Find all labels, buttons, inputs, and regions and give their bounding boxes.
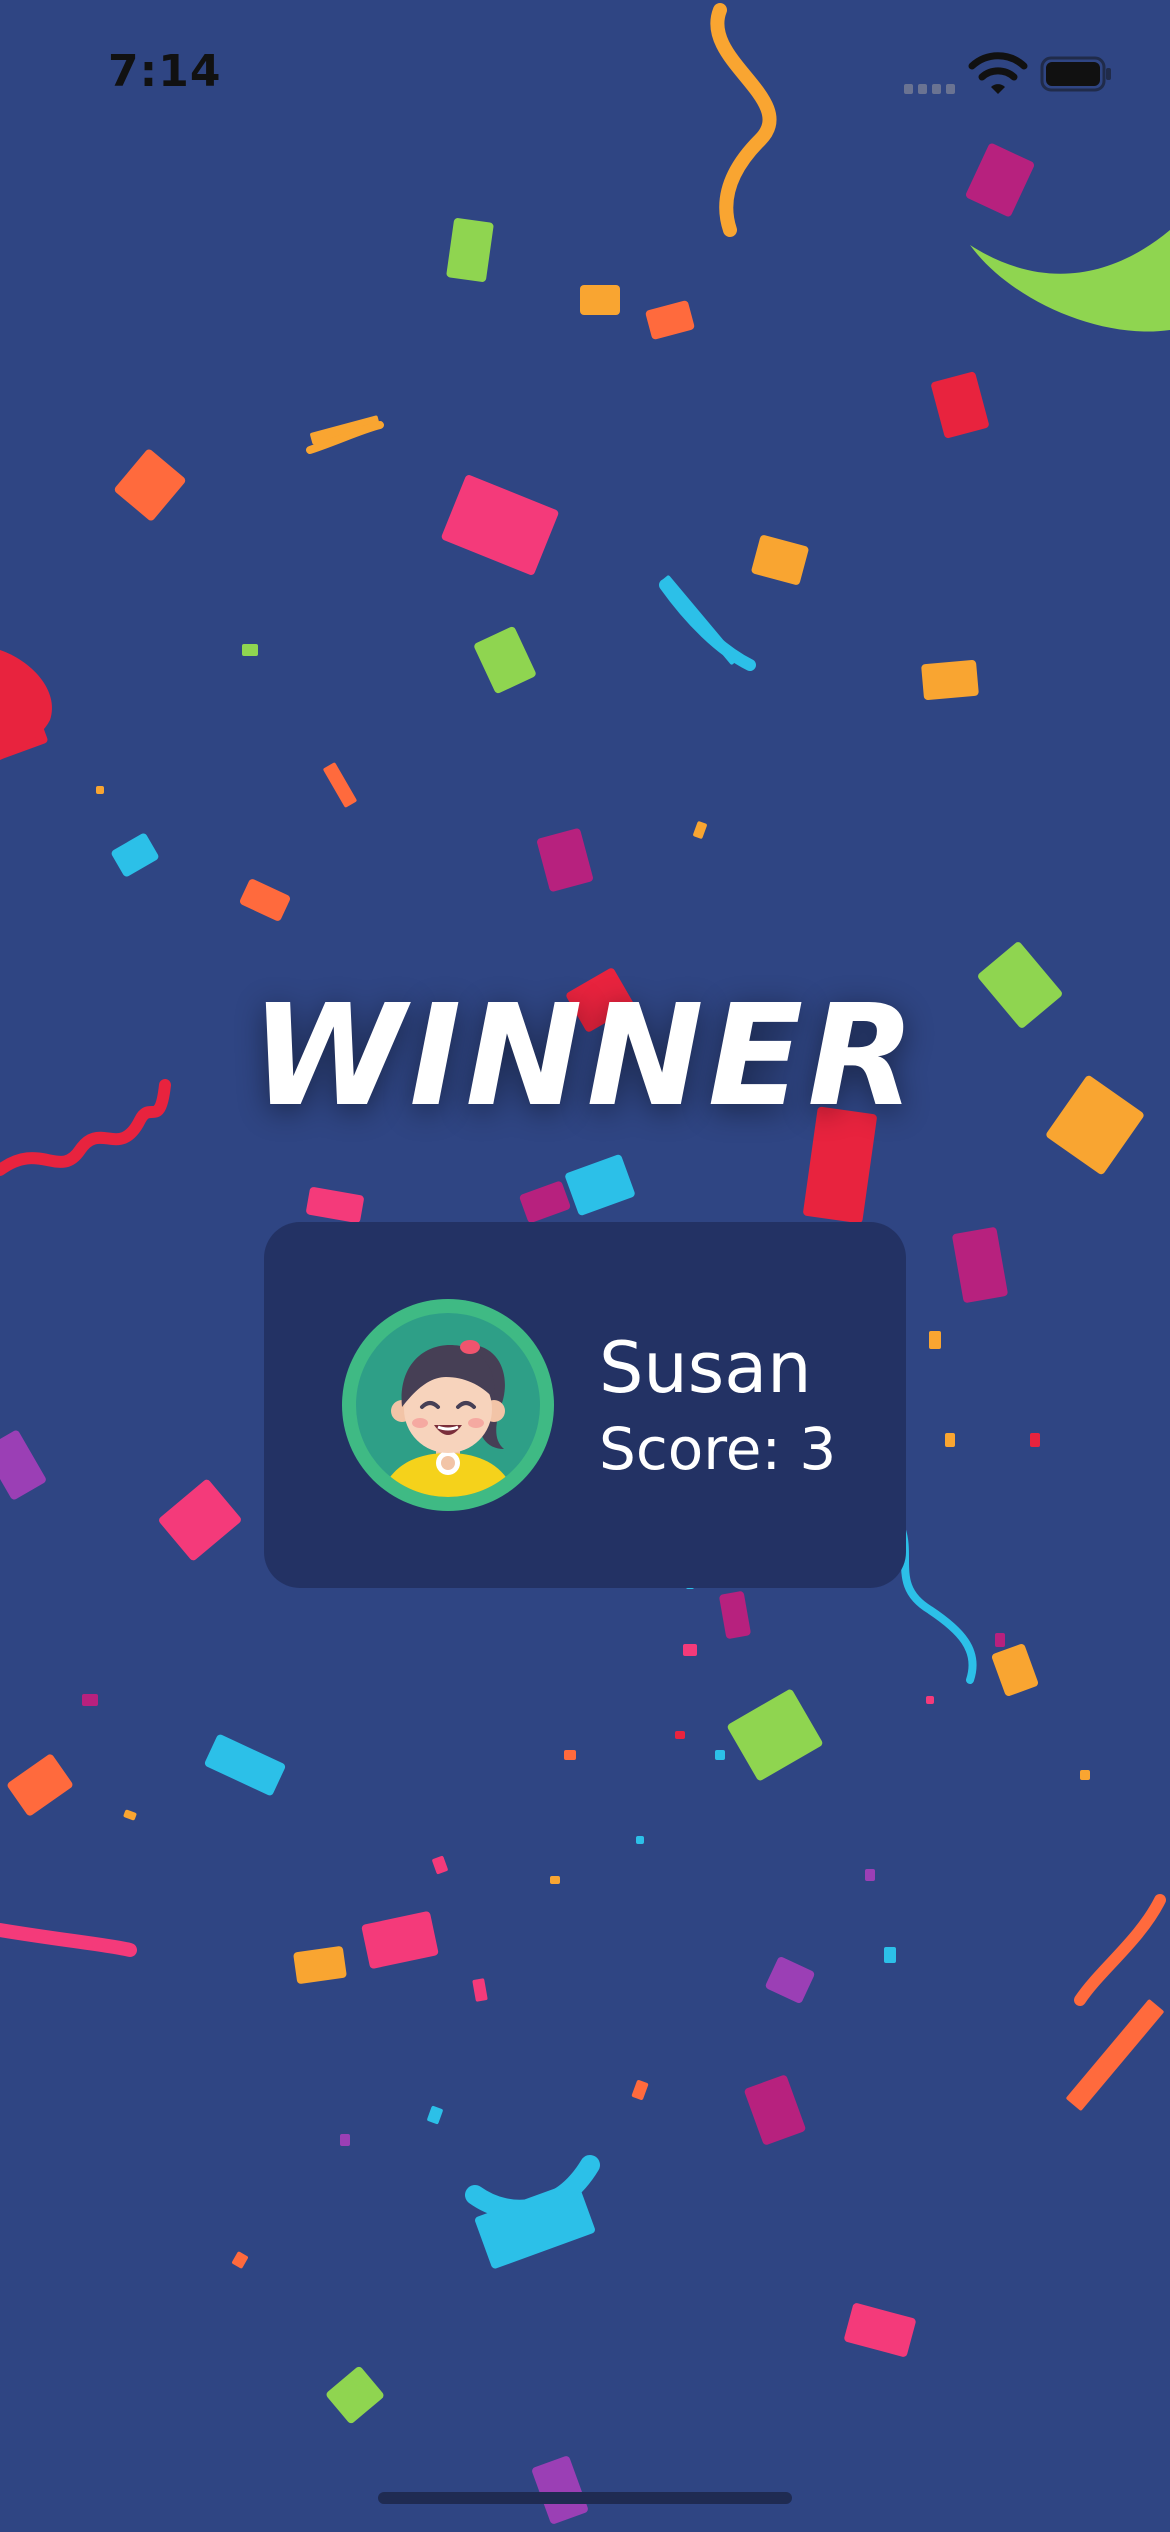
confetti-piece <box>683 1644 697 1656</box>
winner-name: Susan <box>599 1327 812 1409</box>
confetti-piece <box>82 1694 98 1706</box>
confetti-piece <box>631 2080 649 2100</box>
confetti-piece <box>995 1633 1005 1647</box>
confetti-piece <box>929 1331 941 1349</box>
confetti-piece <box>693 821 707 839</box>
confetti-piece <box>636 1836 644 1844</box>
confetti-piece <box>361 1911 439 1969</box>
home-indicator[interactable] <box>378 2492 792 2504</box>
confetti-piece <box>111 833 159 877</box>
confetti-piece <box>0 1430 46 1500</box>
confetti-piece <box>1066 1999 1164 2111</box>
confetti-piece <box>931 371 989 439</box>
confetti-piece <box>242 644 258 656</box>
confetti-piece <box>326 2366 384 2424</box>
confetti-piece <box>432 1855 448 1875</box>
winner-score: Score: 3 <box>599 1415 837 1483</box>
wifi-icon <box>968 52 1028 94</box>
confetti-swoosh <box>970 230 1170 332</box>
confetti-piece <box>323 762 357 808</box>
confetti-piece <box>441 475 559 575</box>
confetti-piece <box>1030 1433 1040 1447</box>
confetti-piece <box>114 449 186 521</box>
confetti-ribbon <box>0 1923 137 1957</box>
confetti-piece <box>645 300 695 340</box>
confetti-piece <box>472 1978 488 2002</box>
confetti-piece <box>727 1689 823 1781</box>
confetti-piece <box>945 1433 955 1447</box>
confetti-piece <box>765 1957 815 2003</box>
confetti-piece <box>719 1591 751 1639</box>
confetti-piece <box>159 1479 241 1561</box>
confetti-piece <box>123 1809 137 1821</box>
confetti-piece <box>565 1154 635 1216</box>
confetti-piece <box>884 1947 896 1963</box>
confetti-piece <box>715 1750 725 1760</box>
confetti-piece <box>965 143 1035 217</box>
confetti-piece <box>532 2456 588 2524</box>
confetti-piece <box>991 1643 1039 1697</box>
confetti-piece <box>675 1731 685 1739</box>
confetti-piece <box>519 1181 571 1223</box>
confetti-piece <box>751 535 809 585</box>
confetti-piece <box>844 2303 916 2357</box>
cellular-signal-icon <box>904 84 955 94</box>
confetti-piece <box>564 1750 576 1760</box>
confetti-ribbon <box>1074 1894 1166 2006</box>
confetti-piece <box>293 1946 347 1984</box>
confetti-piece <box>952 1227 1008 1303</box>
confetti-piece <box>306 1187 364 1223</box>
confetti-piece <box>446 218 494 282</box>
confetti-piece <box>427 2105 443 2125</box>
confetti-piece <box>340 2134 350 2146</box>
confetti-piece <box>204 1734 286 1796</box>
status-time: 7:14 <box>108 46 222 97</box>
status-bar: 7:14 <box>0 0 1170 150</box>
confetti-piece <box>537 828 593 892</box>
confetti-piece <box>96 786 104 794</box>
winner-card: Susan Score: 3 <box>264 1222 906 1588</box>
girl-avatar-icon <box>342 1299 554 1511</box>
confetti-piece <box>550 1876 560 1884</box>
confetti-piece <box>232 2251 248 2269</box>
confetti-piece <box>474 626 536 694</box>
confetti-piece <box>1080 1770 1090 1780</box>
winner-title: WINNER <box>250 975 920 1138</box>
confetti-piece <box>7 1754 73 1816</box>
battery-icon <box>1040 56 1111 92</box>
confetti-piece <box>744 2075 806 2145</box>
confetti-piece <box>865 1869 875 1881</box>
confetti-piece <box>921 660 979 700</box>
confetti-piece <box>580 285 620 315</box>
confetti-piece <box>240 879 290 921</box>
confetti-piece <box>926 1696 934 1704</box>
